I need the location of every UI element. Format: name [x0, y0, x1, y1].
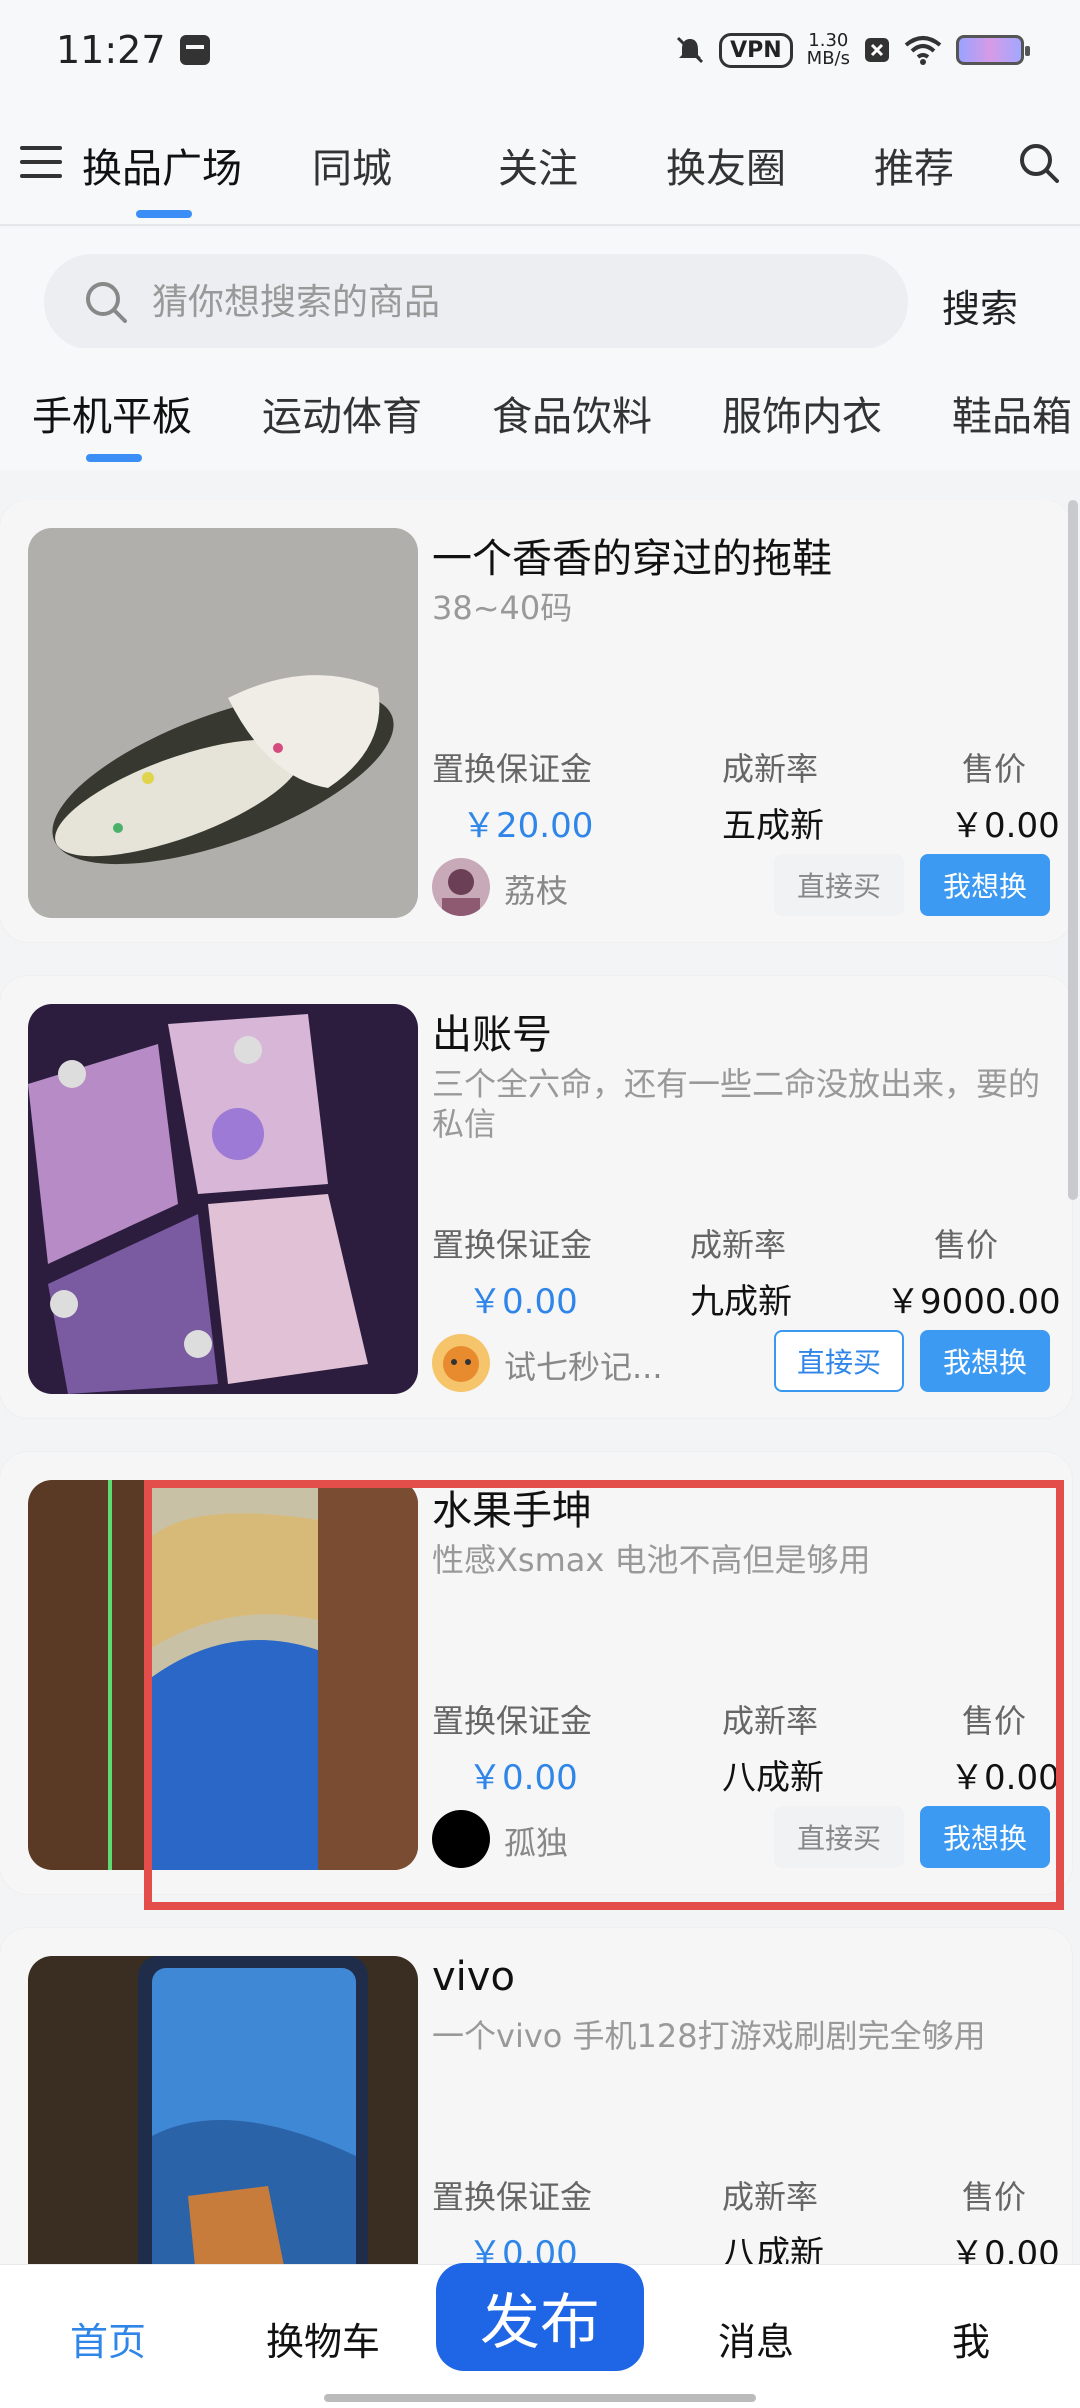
active-category-indicator — [86, 454, 142, 462]
wifi-icon — [904, 36, 942, 65]
item-image — [28, 1480, 418, 1870]
deposit-label: 置换保证金 — [432, 1702, 593, 1740]
search-button[interactable]: 搜索 — [942, 278, 1018, 333]
item-description: 一个vivo 手机128打游戏刷剧完全够用 — [432, 2017, 986, 2055]
price-value: ￥0.00 — [950, 2234, 1060, 2264]
category-tabs: 手机平板 运动体育 食品饮料 服饰内衣 鞋品箱 — [0, 348, 1080, 470]
nav-me[interactable]: 我 — [952, 2311, 990, 2366]
avatar[interactable] — [432, 1334, 490, 1392]
item-list: 一个香香的穿过的拖鞋 38~40码 置换保证金 成新率 售价 ￥20.00 五成… — [0, 500, 1080, 2264]
battery-icon — [956, 35, 1030, 65]
list-item[interactable]: vivo 一个vivo 手机128打游戏刷剧完全够用 置换保证金 成新率 售价 … — [0, 1928, 1072, 2264]
search-input[interactable] — [152, 281, 852, 323]
buy-now-button[interactable]: 直接买 — [774, 1330, 904, 1392]
status-time: 11:27 — [56, 28, 166, 72]
price-value: ￥0.00 — [950, 806, 1060, 846]
tab-friend-circle[interactable]: 换友圈 — [666, 136, 786, 194]
search-icon[interactable] — [1018, 142, 1060, 184]
condition-value: 八成新 — [722, 2234, 824, 2264]
seller-name[interactable]: 孤独 — [504, 1818, 568, 1864]
net-speed-unit: MB/s — [806, 48, 850, 69]
menu-icon[interactable] — [20, 144, 62, 180]
buy-now-button[interactable]: 直接买 — [774, 1806, 904, 1868]
condition-label: 成新率 — [722, 1702, 819, 1740]
seller-name[interactable]: 试七秒记... — [504, 1342, 663, 1388]
close-box-icon — [865, 38, 889, 62]
list-item[interactable]: 水果手坤 性感Xsmax 电池不高但是够用 置换保证金 成新率 售价 ￥0.00… — [0, 1452, 1072, 1894]
want-swap-button[interactable]: 我想换 — [920, 1330, 1050, 1392]
nav-home[interactable]: 首页 — [70, 2311, 146, 2366]
item-description: 性感Xsmax 电池不高但是够用 — [432, 1541, 871, 1579]
price-value: ￥0.00 — [950, 1758, 1060, 1798]
category-shoes-bags[interactable]: 鞋品箱 — [952, 384, 1072, 442]
item-description: 三个全六命，还有一些二命没放出来，要的私信 — [432, 1065, 1041, 1143]
nav-cart[interactable]: 换物车 — [266, 2311, 380, 2366]
item-title: vivo — [432, 1954, 515, 2000]
tab-recommend[interactable]: 推荐 — [874, 136, 954, 194]
tab-following[interactable]: 关注 — [498, 136, 578, 194]
deposit-label: 置换保证金 — [432, 750, 593, 788]
status-left: 11:27 — [56, 28, 210, 72]
publish-button[interactable]: 发布 — [436, 2263, 644, 2371]
tab-same-city[interactable]: 同城 — [312, 136, 392, 194]
price-label: 售价 — [962, 1702, 1027, 1740]
scrollbar[interactable] — [1068, 500, 1078, 1200]
condition-value: 五成新 — [722, 806, 824, 846]
search-row: 搜索 — [0, 228, 1080, 350]
list-item[interactable]: 出账号 三个全六命，还有一些二命没放出来，要的私信 置换保证金 成新率 售价 ￥… — [0, 976, 1072, 1418]
category-phones-tablets[interactable]: 手机平板 — [32, 384, 192, 442]
condition-value: 八成新 — [722, 1758, 824, 1798]
condition-label: 成新率 — [690, 1226, 787, 1264]
avatar[interactable] — [432, 1810, 490, 1868]
nav-messages[interactable]: 消息 — [718, 2311, 794, 2366]
deposit-label: 置换保证金 — [432, 2178, 593, 2216]
item-image — [28, 1956, 418, 2264]
price-value: ￥9000.00 — [886, 1282, 1061, 1322]
search-icon — [86, 282, 127, 323]
category-clothing[interactable]: 服饰内衣 — [722, 384, 882, 442]
buy-now-button[interactable]: 直接买 — [774, 854, 904, 916]
condition-value: 九成新 — [690, 1282, 792, 1322]
list-item[interactable]: 一个香香的穿过的拖鞋 38~40码 置换保证金 成新率 售价 ￥20.00 五成… — [0, 500, 1072, 942]
bottom-nav: 首页 换物车 发布 消息 我 — [0, 2263, 1080, 2408]
active-tab-indicator — [136, 210, 192, 218]
net-speed: 1.30 MB/s — [807, 32, 850, 68]
mute-bell-icon — [677, 36, 704, 64]
seller-name[interactable]: 荔枝 — [504, 866, 568, 912]
deposit-value: ￥0.00 — [468, 1758, 578, 1798]
status-bar: 11:27 VPN 1.30 MB/s — [0, 0, 1080, 100]
condition-label: 成新率 — [722, 750, 819, 788]
top-nav: 换品广场 同城 关注 换友圈 推荐 — [0, 100, 1080, 226]
category-food-drinks[interactable]: 食品饮料 — [492, 384, 652, 442]
search-box[interactable] — [44, 254, 908, 350]
price-label: 售价 — [934, 1226, 999, 1264]
deposit-value: ￥0.00 — [468, 1282, 578, 1322]
deposit-label: 置换保证金 — [432, 1226, 593, 1264]
home-indicator[interactable] — [324, 2394, 756, 2402]
avatar[interactable] — [432, 858, 490, 916]
notification-icon — [179, 35, 210, 65]
want-swap-button[interactable]: 我想换 — [920, 1806, 1050, 1868]
tab-exchange-square[interactable]: 换品广场 — [82, 136, 242, 194]
price-label: 售价 — [962, 750, 1027, 788]
item-image — [28, 1004, 418, 1394]
want-swap-button[interactable]: 我想换 — [920, 854, 1050, 916]
item-image — [28, 528, 418, 918]
price-label: 售价 — [962, 2178, 1027, 2216]
deposit-value: ￥20.00 — [462, 806, 594, 846]
vpn-badge: VPN — [719, 32, 793, 68]
item-title: 水果手坤 — [432, 1488, 592, 1534]
item-title: 出账号 — [432, 1012, 552, 1058]
deposit-value: ￥0.00 — [468, 2234, 578, 2264]
condition-label: 成新率 — [722, 2178, 819, 2216]
item-title: 一个香香的穿过的拖鞋 — [432, 536, 832, 582]
category-sports[interactable]: 运动体育 — [262, 384, 422, 442]
status-right: VPN 1.30 MB/s — [675, 32, 1030, 68]
item-description: 38~40码 — [432, 589, 573, 627]
